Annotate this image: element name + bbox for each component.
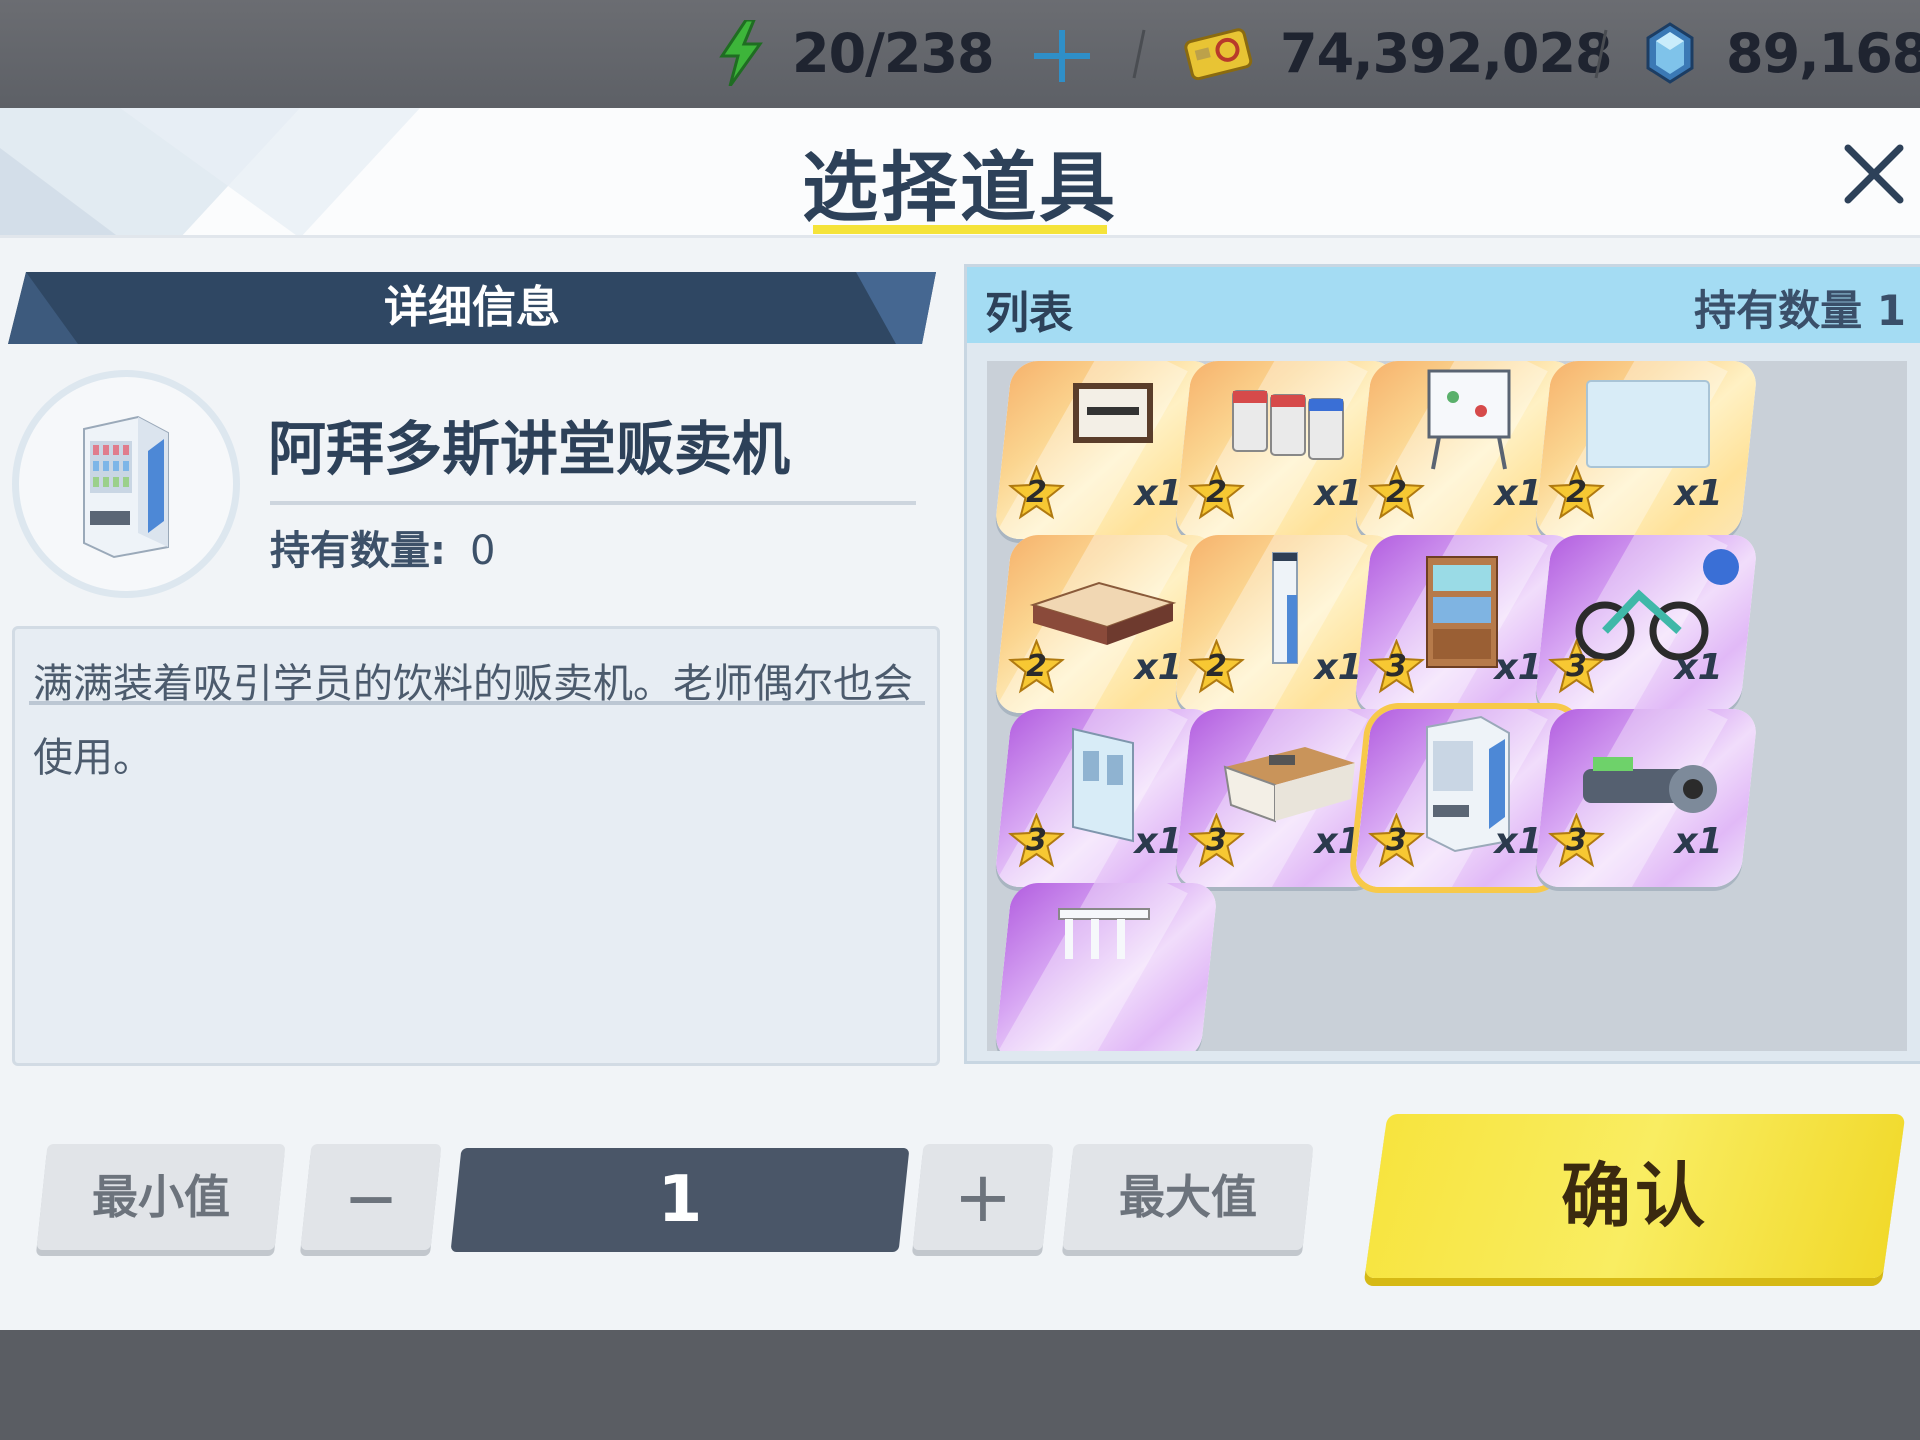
dialog-title: 选择道具 <box>802 143 1118 232</box>
credit-card-icon <box>1184 28 1253 81</box>
minus-icon: — <box>348 1170 394 1224</box>
max-button-label: 最大值 <box>1119 1170 1257 1224</box>
owned-label: 持有数量: <box>270 528 446 574</box>
detail-section-header: 详细信息 <box>8 272 936 344</box>
rarity-value: 2 <box>1386 475 1407 510</box>
item-description: 满满装着吸引学员的饮料的贩卖机。老师偶尔也会使用。 <box>33 661 913 781</box>
min-button-label: 最小值 <box>92 1170 230 1224</box>
rarity-value: 2 <box>1026 649 1047 684</box>
quantity-field[interactable]: 1 <box>450 1148 910 1252</box>
list-header: 列表 持有数量 1 <box>967 267 1920 343</box>
decrease-button[interactable]: — <box>300 1144 442 1250</box>
rarity-star-icon: 2 <box>1367 464 1426 521</box>
item-quantity: x1 <box>1134 647 1183 688</box>
item-quantity: x1 <box>1314 647 1363 688</box>
quantity-value: 1 <box>657 1163 703 1237</box>
item-quantity: x1 <box>1494 821 1543 862</box>
rarity-value: 3 <box>1386 649 1407 684</box>
bottom-background <box>0 1330 1920 1440</box>
close-icon[interactable] <box>1842 142 1906 206</box>
item-quantity: x1 <box>1494 473 1543 514</box>
credits-resource: 74,392,028 <box>1184 18 1613 88</box>
gem-icon <box>1646 22 1694 84</box>
item-preview <box>12 370 240 598</box>
add-ap-button[interactable] <box>1028 26 1096 86</box>
ap-resource: 20/238 <box>718 18 995 88</box>
rarity-value: 3 <box>1566 823 1587 858</box>
rarity-star-icon: 3 <box>1547 638 1606 695</box>
confirm-button[interactable]: 确认 <box>1364 1114 1906 1278</box>
item-quantity: x1 <box>1674 821 1723 862</box>
max-button[interactable]: 最大值 <box>1062 1144 1314 1250</box>
rarity-value: 2 <box>1026 475 1047 510</box>
vending-machine-icon <box>83 415 169 559</box>
rarity-value: 2 <box>1206 475 1227 510</box>
lightning-icon <box>719 20 763 86</box>
detail-section-label: 详细信息 <box>384 282 560 333</box>
item-list-panel: 列表 持有数量 1 2 x1 2 x1 2 x1 2 x1 2 x1 2 x1 3 x1 3 x1 3 x1 3 x1… <box>964 264 1920 1064</box>
rarity-value: 2 <box>1206 649 1227 684</box>
plus-icon: + <box>953 1156 1013 1238</box>
rarity-star-icon: 3 <box>1547 812 1606 869</box>
item-card[interactable]: 3 x1 <box>1533 709 1759 887</box>
item-quantity: x1 <box>1134 473 1183 514</box>
rarity-star-icon: 2 <box>1547 464 1606 521</box>
rarity-value: 3 <box>1386 823 1407 858</box>
divider <box>1594 29 1608 79</box>
item-card[interactable]: 3 x1 <box>1533 535 1759 713</box>
rarity-value: 2 <box>1566 475 1587 510</box>
item-quantity: x1 <box>1674 647 1723 688</box>
divider <box>1132 29 1146 79</box>
divider <box>270 501 916 505</box>
rarity-star-icon: 2 <box>1187 638 1246 695</box>
rarity-star-icon: 2 <box>1187 464 1246 521</box>
resource-bar: 20/238 74,392,028 89,168 <box>0 0 1920 108</box>
item-quantity: x1 <box>1134 821 1183 862</box>
owned-quantity: 持有数量: 0 <box>270 518 495 576</box>
list-owned-count: 持有数量 1 <box>1694 286 1906 335</box>
rarity-star-icon: 2 <box>1007 464 1066 521</box>
description-box: 满满装着吸引学员的饮料的贩卖机。老师偶尔也会使用。 <box>12 626 940 1066</box>
confirm-button-label: 确认 <box>1561 1155 1709 1237</box>
min-button[interactable]: 最小值 <box>36 1144 286 1250</box>
item-card[interactable]: 2 x1 <box>1533 361 1759 539</box>
title-underline <box>813 225 1107 234</box>
increase-button[interactable]: + <box>912 1144 1054 1250</box>
item-grid-scroll[interactable]: 2 x1 2 x1 2 x1 2 x1 2 x1 2 x1 3 x1 3 x1 3 x1 3 x1 3 x1 3 x1 <box>987 361 1907 1051</box>
rarity-star-icon: 3 <box>1367 812 1426 869</box>
item-quantity: x1 <box>1314 821 1363 862</box>
credits-value: 74,392,028 <box>1280 21 1613 85</box>
gems-resource: 89,168 <box>1644 18 1920 88</box>
item-name: 阿拜多斯讲堂贩卖机 <box>268 415 791 483</box>
item-quantity: x1 <box>1674 473 1723 514</box>
item-quantity: x1 <box>1314 473 1363 514</box>
rarity-value: 3 <box>1566 649 1587 684</box>
rarity-value: 3 <box>1206 823 1227 858</box>
railing-icon <box>1058 908 1150 959</box>
rarity-star-icon: 3 <box>1007 812 1066 869</box>
rarity-value: 3 <box>1026 823 1047 858</box>
ap-value: 20/238 <box>792 21 995 85</box>
rarity-star-icon: 3 <box>1367 638 1426 695</box>
owned-value: 0 <box>470 528 496 574</box>
item-card[interactable] <box>993 883 1219 1051</box>
rarity-star-icon: 2 <box>1007 638 1066 695</box>
item-quantity: x1 <box>1494 647 1543 688</box>
list-title: 列表 <box>985 288 1073 339</box>
rarity-star-icon: 3 <box>1187 812 1246 869</box>
gems-value: 89,168 <box>1726 21 1920 85</box>
dialog-header: 选择道具 <box>0 108 1920 238</box>
